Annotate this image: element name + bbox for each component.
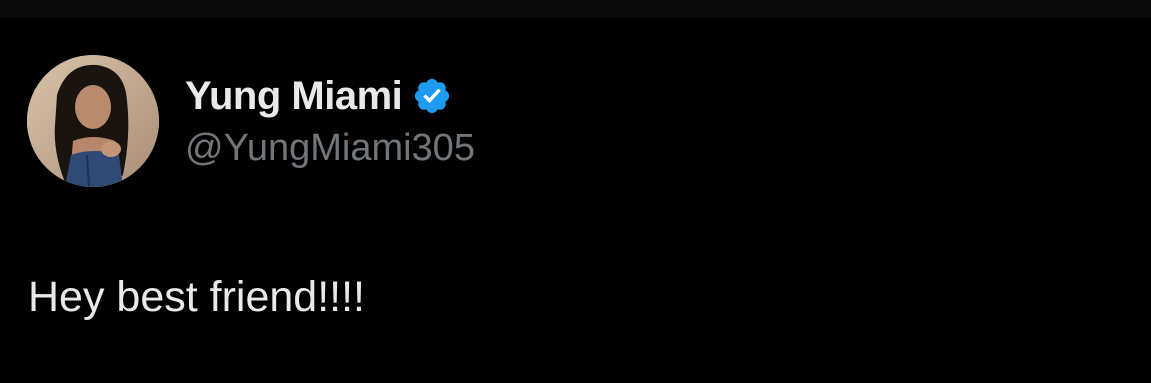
top-bar	[0, 0, 1151, 18]
author-display-name[interactable]: Yung Miami	[185, 74, 403, 118]
tweet-card[interactable]: Yung Miami @YungMiami305 Hey best friend…	[0, 18, 1151, 383]
avatar[interactable]	[27, 55, 159, 187]
author-handle[interactable]: @YungMiami305	[185, 126, 475, 170]
author-name-row[interactable]: Yung Miami	[185, 74, 452, 118]
tweet-text: Hey best friend!!!!	[28, 273, 365, 321]
avatar-image	[27, 55, 159, 187]
verified-badge-icon	[412, 76, 452, 116]
